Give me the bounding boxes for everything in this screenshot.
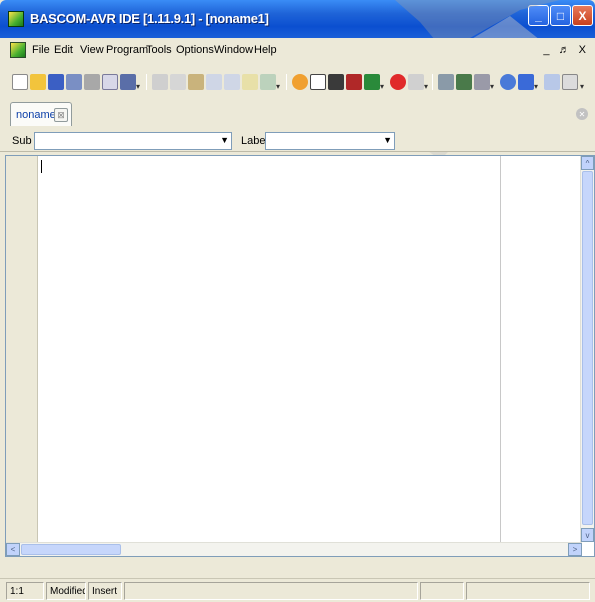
- syntax-check-icon[interactable]: [292, 74, 308, 90]
- print-icon[interactable]: [84, 74, 100, 90]
- toolbar-separator: [286, 74, 287, 90]
- menu-edit-label: Edit: [54, 44, 73, 56]
- label-combobox[interactable]: ▼: [265, 132, 395, 150]
- menu-program-label: Program: [106, 44, 149, 56]
- menu-options[interactable]: Options: [176, 44, 214, 56]
- scroll-right-button[interactable]: >: [568, 543, 582, 556]
- sub-label: Sub: [12, 135, 32, 147]
- status-cursor-position: 1:1: [6, 582, 44, 600]
- close-file-icon[interactable]: [120, 74, 136, 90]
- code-editor[interactable]: ^ v < >: [5, 155, 595, 557]
- label-label: Label: [241, 135, 268, 147]
- toolbar-dropdown-arrow-icon[interactable]: ▾: [136, 82, 140, 91]
- status-panel: [420, 582, 464, 600]
- right-margin-line: [500, 156, 501, 556]
- toolbar-separator: [146, 74, 147, 90]
- find-next-icon[interactable]: [260, 74, 276, 90]
- toolbar-dropdown-arrow-icon[interactable]: ▾: [490, 82, 494, 91]
- status-message: [124, 582, 418, 600]
- print-preview-icon[interactable]: [102, 74, 118, 90]
- title-bar: BASCOM-AVR IDE [1.11.9.1] - [noname1] _ …: [0, 0, 595, 38]
- status-panel: [466, 582, 590, 600]
- menu-window-label: Window: [214, 44, 254, 56]
- new-file-icon[interactable]: [12, 74, 28, 90]
- line-number-gutter: [6, 156, 38, 556]
- toolbar-dropdown-arrow-icon[interactable]: ▾: [276, 82, 280, 91]
- toolbar-separator: [432, 74, 433, 90]
- menu-program[interactable]: Program: [106, 44, 148, 56]
- horizontal-scroll-thumb[interactable]: [21, 544, 121, 555]
- toolbar: ▾ ▾ ▾ ▾ ▾ ▾ ▾: [0, 62, 595, 98]
- menu-tools-label: Tools: [146, 44, 172, 56]
- terminal-icon[interactable]: [390, 74, 406, 90]
- arrow-icon[interactable]: [500, 74, 516, 90]
- lcd-designer-icon[interactable]: [408, 74, 424, 90]
- toolbar-dropdown-arrow-icon[interactable]: ▾: [424, 82, 428, 91]
- scroll-down-button[interactable]: v: [581, 528, 594, 542]
- unindent-icon[interactable]: [224, 74, 240, 90]
- cut-icon[interactable]: [152, 74, 168, 90]
- text-caret: [41, 160, 42, 173]
- minimize-button[interactable]: _: [528, 5, 549, 26]
- menu-options-label: Options: [176, 44, 214, 56]
- save-all-icon[interactable]: [66, 74, 82, 90]
- find-icon[interactable]: [242, 74, 258, 90]
- toolbar-dropdown-arrow-icon[interactable]: ▾: [380, 82, 384, 91]
- scroll-left-button[interactable]: <: [6, 543, 20, 556]
- paste-icon[interactable]: [188, 74, 204, 90]
- document-icon[interactable]: [562, 74, 578, 90]
- chevron-down-icon[interactable]: ▼: [220, 135, 229, 145]
- save-icon[interactable]: [48, 74, 64, 90]
- eraser-icon[interactable]: [438, 74, 454, 90]
- tab-list-icon[interactable]: ✕: [576, 108, 588, 120]
- tab-noname1[interactable]: noname1 ⊠: [10, 102, 72, 126]
- program-chip-icon[interactable]: [364, 74, 380, 90]
- compile-icon[interactable]: [310, 74, 326, 90]
- mdi-child-controls[interactable]: _ ♬ X: [543, 44, 589, 56]
- menu-window[interactable]: Window: [214, 44, 253, 56]
- window-title: BASCOM-AVR IDE [1.11.9.1] - [noname1]: [30, 11, 269, 26]
- close-button[interactable]: X: [572, 5, 593, 26]
- chevron-down-icon[interactable]: ▼: [383, 135, 392, 145]
- tab-close-icon[interactable]: ⊠: [54, 108, 68, 122]
- help-icon[interactable]: [518, 74, 534, 90]
- menu-bar: File Edit View Program Tools Options Win…: [0, 38, 595, 62]
- vertical-scroll-thumb[interactable]: [582, 171, 593, 525]
- vertical-scrollbar[interactable]: ^ v: [580, 156, 594, 542]
- scroll-up-button[interactable]: ^: [581, 156, 594, 170]
- menu-view[interactable]: View: [80, 44, 104, 56]
- maximize-button[interactable]: □: [550, 5, 571, 26]
- menu-view-label: View: [80, 44, 104, 56]
- document-system-icon[interactable]: [10, 42, 26, 58]
- bookmark-icon[interactable]: [544, 74, 560, 90]
- status-bar: 1:1 Modified Insert: [0, 578, 595, 602]
- tab-strip: noname1 ⊠ ✕: [0, 98, 595, 130]
- horizontal-scrollbar[interactable]: < >: [6, 542, 582, 556]
- menu-help-label: Help: [254, 44, 277, 56]
- menu-tools[interactable]: Tools: [146, 44, 172, 56]
- chip-icon[interactable]: [456, 74, 472, 90]
- app-icon[interactable]: [8, 11, 24, 27]
- pin-icon[interactable]: [474, 74, 490, 90]
- menu-edit[interactable]: Edit: [54, 44, 73, 56]
- menu-help[interactable]: Help: [254, 44, 277, 56]
- toolbar-dropdown-arrow-icon[interactable]: ▾: [534, 82, 538, 91]
- open-folder-icon[interactable]: [30, 74, 46, 90]
- menu-file[interactable]: File: [32, 44, 50, 56]
- sub-combobox[interactable]: ▼: [34, 132, 232, 150]
- compile-result-icon[interactable]: [328, 74, 344, 90]
- menu-file-label: File: [32, 44, 50, 56]
- indent-icon[interactable]: [206, 74, 222, 90]
- navigation-bar: Sub ▼ Label ▼: [0, 130, 595, 152]
- status-modified: Modified: [46, 582, 86, 600]
- toolbar-dropdown-arrow-icon[interactable]: ▾: [580, 82, 584, 91]
- status-insert-mode: Insert: [88, 582, 122, 600]
- copy-icon[interactable]: [170, 74, 186, 90]
- simulate-icon[interactable]: [346, 74, 362, 90]
